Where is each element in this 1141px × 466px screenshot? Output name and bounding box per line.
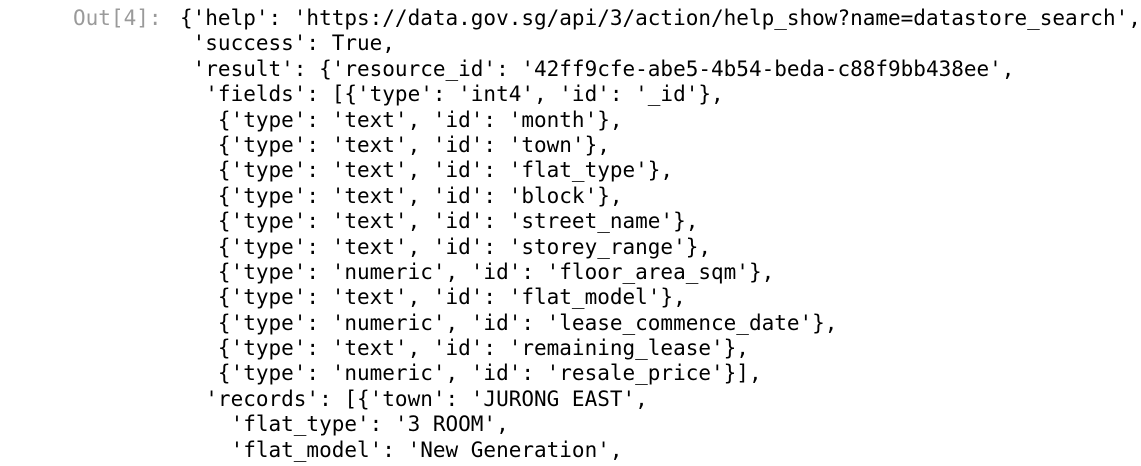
output-line: {'help': 'https://data.gov.sg/api/3/acti… xyxy=(180,6,1140,30)
output-line: {'type': 'text', 'id': 'block'}, xyxy=(180,183,623,208)
output-line: {'type': 'text', 'id': 'storey_range'}, xyxy=(180,234,712,259)
output-line: {'type': 'text', 'id': 'flat_model'}, xyxy=(180,285,686,310)
output-line: 'flat_model': 'New Generation', xyxy=(180,437,623,462)
output-line: 'success': True, xyxy=(180,31,395,56)
output-line: 'result': {'resource_id': '42ff9cfe-abe5… xyxy=(180,56,1015,81)
output-line: {'type': 'text', 'id': 'flat_type'}, xyxy=(180,158,674,183)
output-line: {'type': 'numeric', 'id': 'floor_area_sq… xyxy=(180,259,775,284)
output-line: {'type': 'numeric', 'id': 'lease_commenc… xyxy=(180,310,838,335)
notebook-output-cell: Out[4]: {'help': 'https://data.gov.sg/ap… xyxy=(0,0,1141,466)
output-line: {'type': 'text', 'id': 'month'}, xyxy=(180,107,623,132)
output-line: {'type': 'text', 'id': 'street_name'}, xyxy=(180,209,699,234)
output-line: 'fields': [{'type': 'int4', 'id': '_id'}… xyxy=(180,82,724,107)
output-line: 'records': [{'town': 'JURONG EAST', xyxy=(180,386,648,411)
output-line: 'flat_type': '3 ROOM', xyxy=(180,412,509,437)
output-line: {'type': 'text', 'id': 'town'}, xyxy=(180,132,610,157)
output-prompt: Out[4]: xyxy=(73,6,162,30)
output-line: {'type': 'text', 'id': 'remaining_lease'… xyxy=(180,336,749,361)
output-text: {'help': 'https://data.gov.sg/api/3/acti… xyxy=(180,6,1140,463)
output-line: {'type': 'numeric', 'id': 'resale_price'… xyxy=(180,361,762,386)
